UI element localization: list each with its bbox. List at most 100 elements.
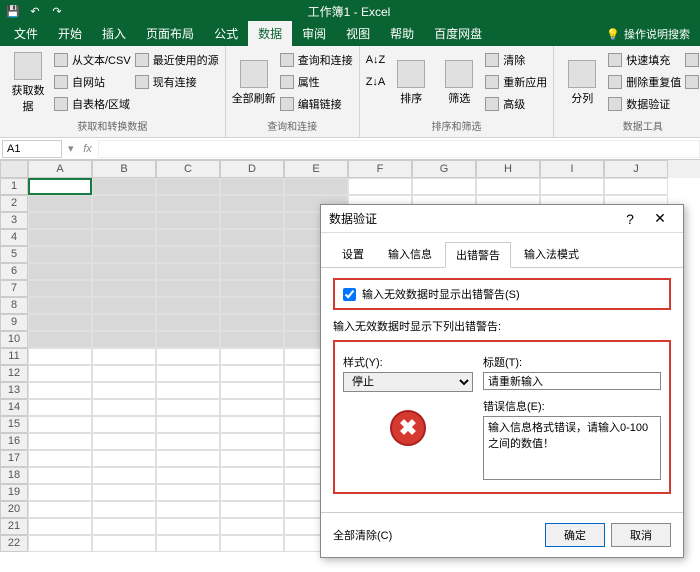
cell[interactable] xyxy=(156,178,220,195)
cell[interactable] xyxy=(156,195,220,212)
name-box[interactable]: A1 xyxy=(2,140,62,158)
select-all-corner[interactable] xyxy=(0,160,28,178)
cell[interactable] xyxy=(156,433,220,450)
cell[interactable] xyxy=(156,246,220,263)
row-header[interactable]: 13 xyxy=(0,382,28,399)
cell[interactable] xyxy=(220,246,284,263)
from-web-button[interactable]: 自网站 xyxy=(54,72,131,92)
cell[interactable] xyxy=(220,433,284,450)
cell[interactable] xyxy=(92,314,156,331)
tab-data[interactable]: 数据 xyxy=(248,21,292,46)
row-header[interactable]: 19 xyxy=(0,484,28,501)
text-to-columns-button[interactable]: 分列 xyxy=(560,50,604,116)
cell[interactable] xyxy=(220,382,284,399)
row-header[interactable]: 11 xyxy=(0,348,28,365)
cell[interactable] xyxy=(412,178,476,195)
cell[interactable] xyxy=(348,178,412,195)
tab-input-msg[interactable]: 输入信息 xyxy=(377,241,443,267)
cell[interactable] xyxy=(156,484,220,501)
get-data-button[interactable]: 获取数 据 xyxy=(6,50,50,116)
cell[interactable] xyxy=(476,178,540,195)
title-input[interactable] xyxy=(483,372,661,390)
cell[interactable] xyxy=(220,535,284,552)
cell[interactable] xyxy=(28,263,92,280)
cell[interactable] xyxy=(28,484,92,501)
tab-insert[interactable]: 插入 xyxy=(92,21,136,46)
cell[interactable] xyxy=(220,365,284,382)
cancel-button[interactable]: 取消 xyxy=(611,523,671,547)
cell[interactable] xyxy=(92,382,156,399)
flash-fill-button[interactable]: 快速填充 xyxy=(608,50,681,70)
cell[interactable] xyxy=(156,212,220,229)
cell[interactable] xyxy=(156,501,220,518)
row-header[interactable]: 17 xyxy=(0,450,28,467)
formula-input[interactable] xyxy=(98,140,700,158)
col-header[interactable]: I xyxy=(540,160,604,178)
properties-button[interactable]: 属性 xyxy=(280,72,353,92)
cell[interactable] xyxy=(156,331,220,348)
cell[interactable] xyxy=(156,365,220,382)
cell[interactable] xyxy=(220,178,284,195)
row-header[interactable]: 14 xyxy=(0,399,28,416)
col-header[interactable]: J xyxy=(604,160,668,178)
tab-formulas[interactable]: 公式 xyxy=(204,21,248,46)
cell[interactable] xyxy=(28,212,92,229)
tab-error-alert[interactable]: 出错警告 xyxy=(445,242,511,268)
row-header[interactable]: 8 xyxy=(0,297,28,314)
show-error-checkbox[interactable]: 输入无效数据时显示出错警告(S) xyxy=(343,286,661,302)
cell[interactable] xyxy=(220,331,284,348)
ok-button[interactable]: 确定 xyxy=(545,523,605,547)
cell[interactable] xyxy=(220,297,284,314)
tab-review[interactable]: 审阅 xyxy=(292,21,336,46)
data-validation-button[interactable]: 数据验证 xyxy=(608,94,681,114)
cell[interactable] xyxy=(156,535,220,552)
col-header[interactable]: F xyxy=(348,160,412,178)
col-header[interactable]: C xyxy=(156,160,220,178)
from-text-button[interactable]: 从文本/CSV xyxy=(54,50,131,70)
cell[interactable] xyxy=(92,212,156,229)
cell[interactable] xyxy=(220,484,284,501)
cell[interactable] xyxy=(92,195,156,212)
cell[interactable] xyxy=(28,433,92,450)
row-header[interactable]: 16 xyxy=(0,433,28,450)
cell[interactable] xyxy=(92,450,156,467)
cell[interactable] xyxy=(220,229,284,246)
col-header[interactable]: E xyxy=(284,160,348,178)
row-header[interactable]: 12 xyxy=(0,365,28,382)
cell[interactable] xyxy=(92,467,156,484)
sort-az-button[interactable]: A↓Z xyxy=(366,50,386,70)
cell[interactable] xyxy=(28,331,92,348)
row-header[interactable]: 5 xyxy=(0,246,28,263)
cell[interactable] xyxy=(156,263,220,280)
fx-icon[interactable]: fx xyxy=(78,143,98,155)
cell[interactable] xyxy=(28,195,92,212)
row-header[interactable]: 20 xyxy=(0,501,28,518)
refresh-all-button[interactable]: 全部刷新 xyxy=(232,50,276,116)
undo-icon[interactable]: ↶ xyxy=(28,4,42,18)
cell[interactable] xyxy=(220,501,284,518)
cell[interactable] xyxy=(92,280,156,297)
edit-links-button[interactable]: 编辑链接 xyxy=(280,94,353,114)
cell[interactable] xyxy=(28,518,92,535)
sort-button[interactable]: 排序 xyxy=(389,50,433,116)
cell[interactable] xyxy=(28,467,92,484)
row-header[interactable]: 22 xyxy=(0,535,28,552)
cell[interactable] xyxy=(156,518,220,535)
cell[interactable] xyxy=(92,297,156,314)
cell[interactable] xyxy=(156,348,220,365)
row-header[interactable]: 4 xyxy=(0,229,28,246)
cell[interactable] xyxy=(92,518,156,535)
show-error-check-input[interactable] xyxy=(343,288,356,301)
recent-sources-button[interactable]: 最近使用的源 xyxy=(135,50,219,70)
sort-za-button[interactable]: Z↓A xyxy=(366,72,386,92)
col-header[interactable]: B xyxy=(92,160,156,178)
cell[interactable] xyxy=(92,501,156,518)
row-header[interactable]: 18 xyxy=(0,467,28,484)
queries-button[interactable]: 查询和连接 xyxy=(280,50,353,70)
close-button[interactable]: ✕ xyxy=(645,210,675,227)
style-select[interactable]: 停止 xyxy=(343,372,473,392)
cell[interactable] xyxy=(220,314,284,331)
cell[interactable] xyxy=(92,246,156,263)
cell[interactable] xyxy=(28,280,92,297)
tab-home[interactable]: 开始 xyxy=(48,21,92,46)
